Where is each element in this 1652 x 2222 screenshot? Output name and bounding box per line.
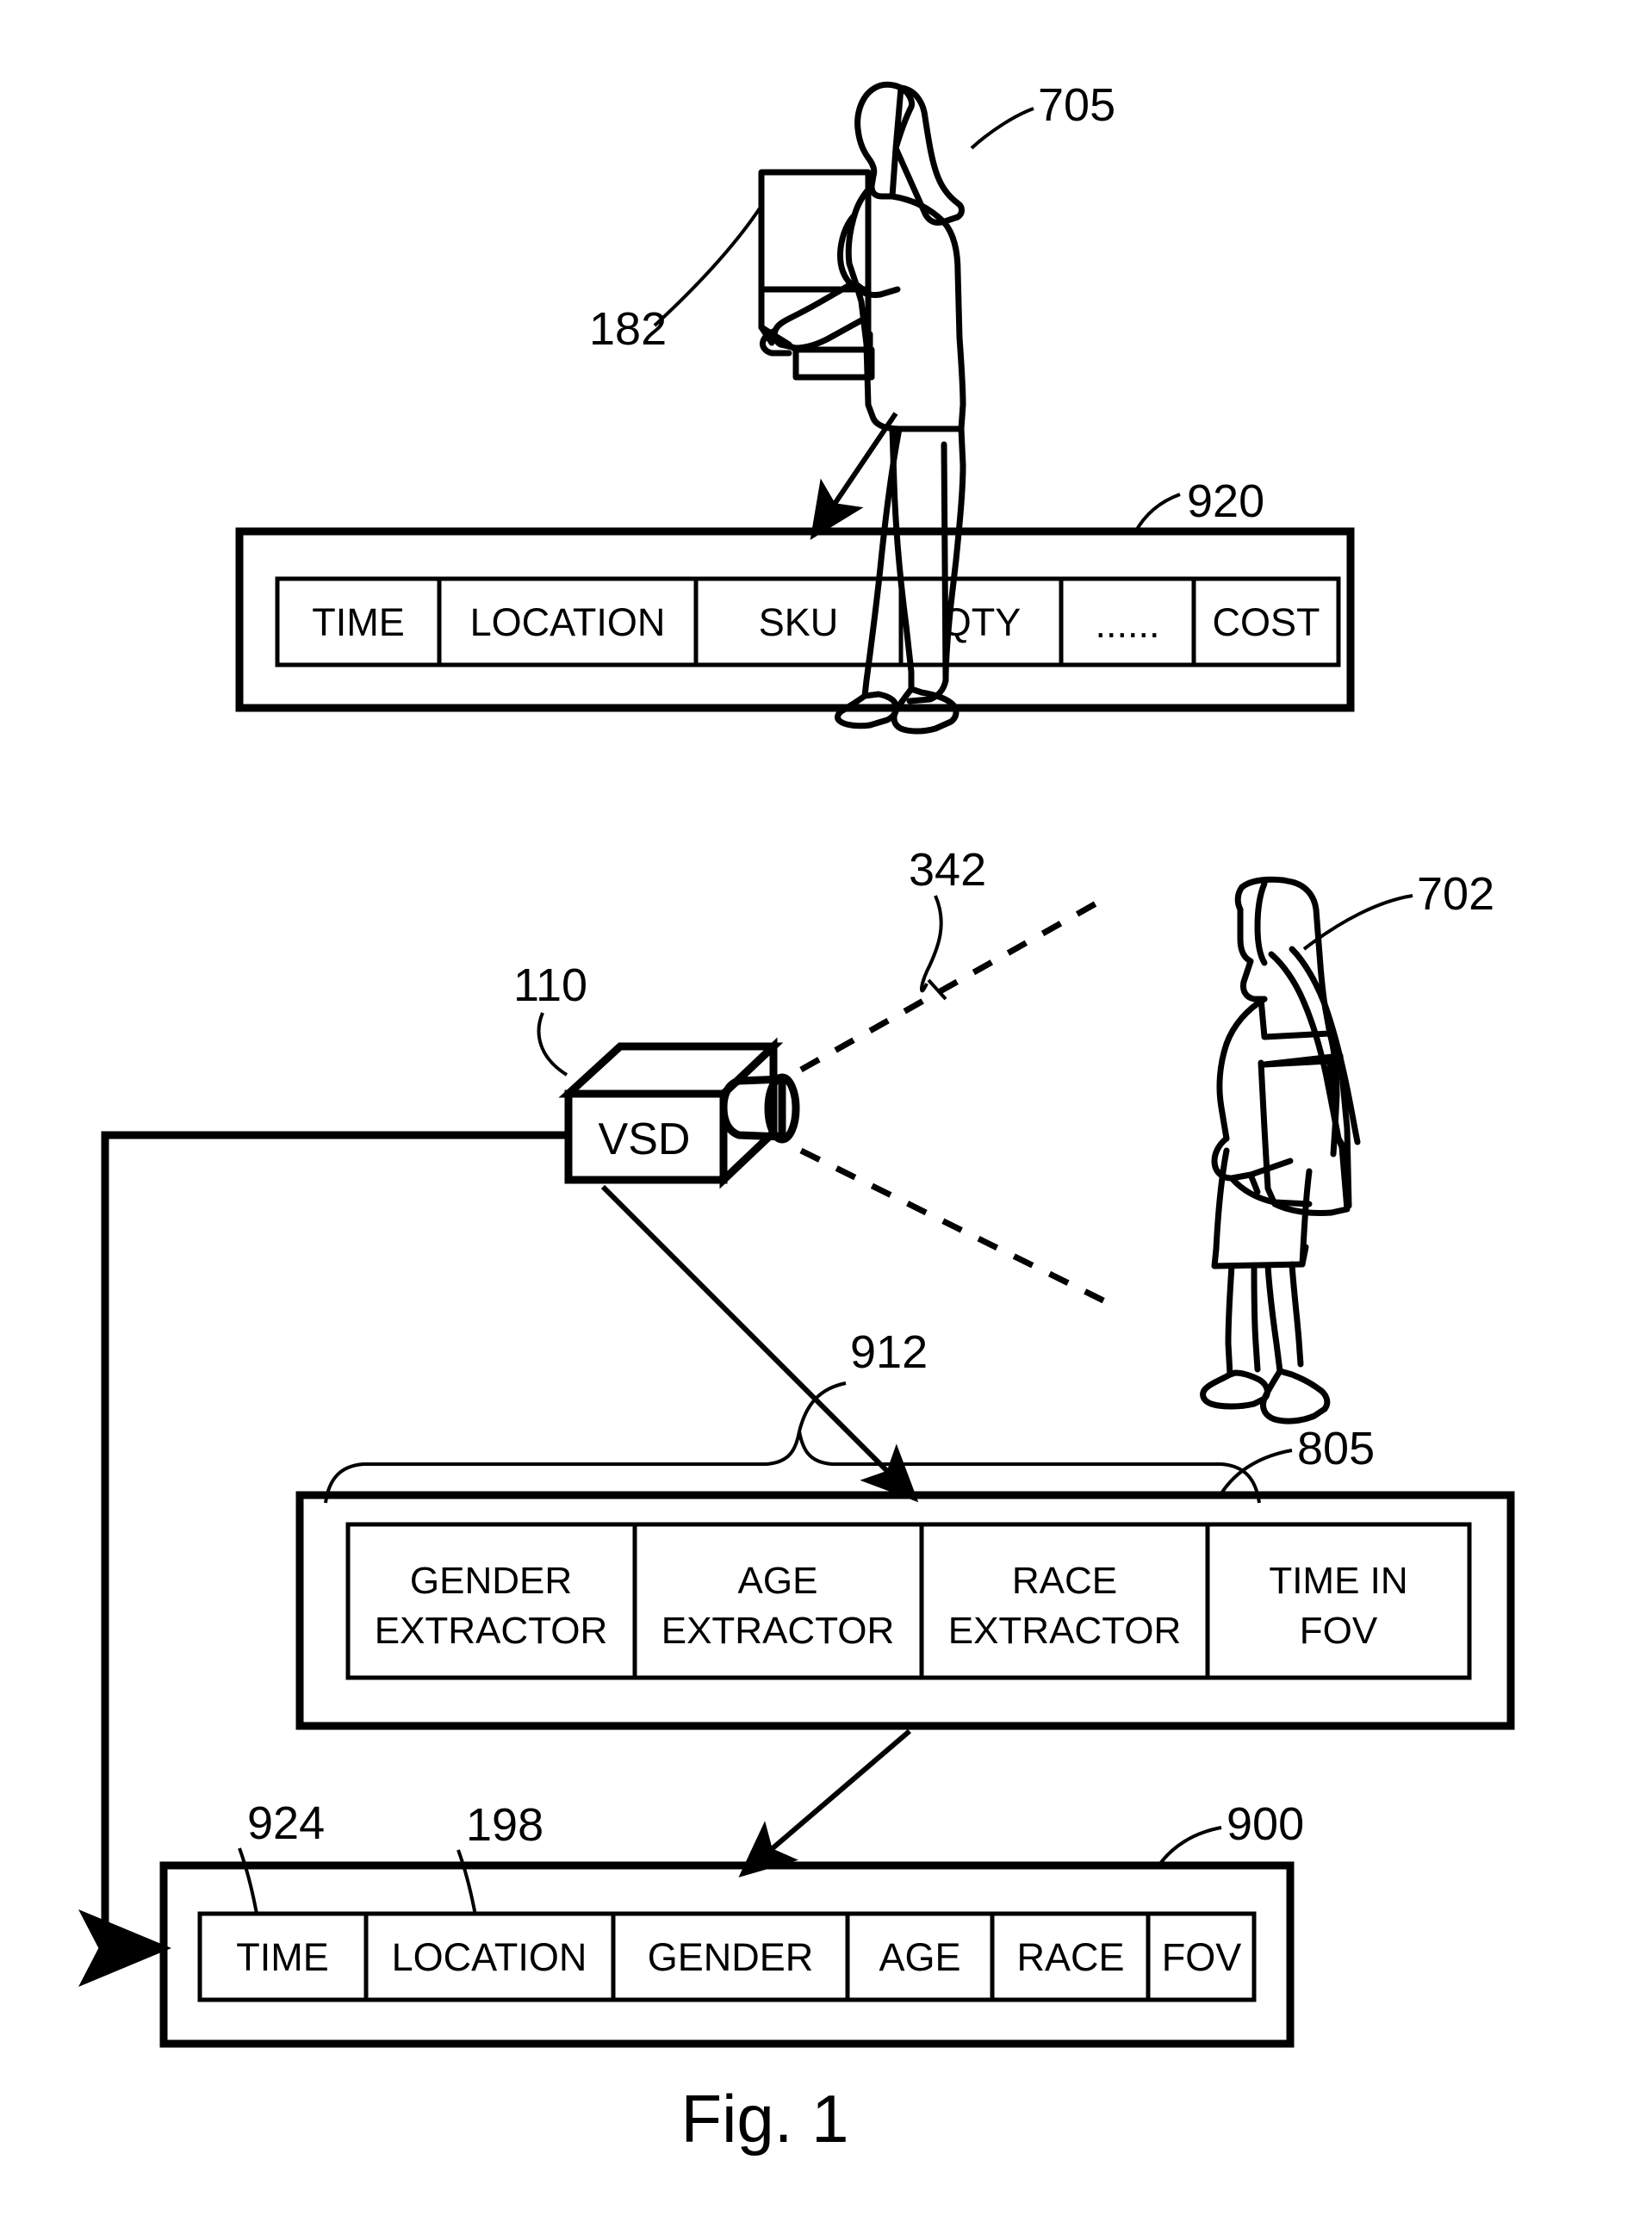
- pos-col-cost: COST: [1212, 600, 1320, 644]
- figure-caption: Fig. 1: [680, 2081, 848, 2157]
- demographic-table-900: TIME LOCATION GENDER AGE RACE FOV: [159, 1826, 1295, 2048]
- extractor-brace-912: [324, 1381, 1261, 1504]
- ref-912: 912: [850, 1326, 928, 1378]
- pos-col-ellipsis: ......: [1095, 602, 1159, 646]
- vsd-label: VSD: [599, 1114, 691, 1164]
- ref-182: 182: [589, 303, 667, 355]
- ref-702: 702: [1417, 868, 1494, 920]
- extractor-cell-4-line2: FOV: [1300, 1610, 1378, 1652]
- extractor-cell-2-line2: EXTRACTOR: [661, 1610, 895, 1652]
- leader-705: [970, 107, 1034, 150]
- pos-col-sku: SKU: [759, 600, 839, 644]
- extractor-cell-3-line1: RACE: [1012, 1560, 1117, 1602]
- demo-col-fov: FOV: [1162, 1935, 1242, 1979]
- extractor-cell-4-line1: TIME IN: [1269, 1560, 1407, 1602]
- patent-figure-page: 182 705 TIME LOCATION SKU QTY ...... COS…: [0, 0, 1652, 2222]
- demo-col-time: TIME: [236, 1935, 329, 1979]
- ref-342: 342: [909, 844, 986, 896]
- leader-182: [653, 202, 765, 327]
- extractor-cell-3-line2: EXTRACTOR: [948, 1610, 1182, 1652]
- shopper-figure: [1200, 876, 1413, 1424]
- vsd-camera: VSD: [537, 1012, 800, 1189]
- leader-198: [456, 1849, 477, 1916]
- demo-col-location: LOCATION: [392, 1935, 587, 1979]
- extractor-panel-805: GENDER EXTRACTOR AGE EXTRACTOR RACE EXTR…: [295, 1449, 1515, 1730]
- demo-col-age: AGE: [879, 1935, 960, 1979]
- leader-924: [238, 1847, 258, 1915]
- leader-110: [537, 1012, 568, 1077]
- extractor-cell-1-line1: GENDER: [410, 1560, 572, 1602]
- leader-920: [1133, 493, 1181, 533]
- leader-342: [920, 895, 943, 993]
- ref-198: 198: [466, 1799, 543, 1851]
- ref-110: 110: [513, 959, 587, 1011]
- extractor-cell-2-line1: AGE: [738, 1560, 818, 1602]
- figure-canvas: 182 705 TIME LOCATION SKU QTY ...... COS…: [78, 79, 1515, 2157]
- ref-924: 924: [247, 1797, 325, 1849]
- extractor-cell-1-line2: EXTRACTOR: [375, 1610, 608, 1652]
- arrow-extractors-to-demographic-table: [738, 1729, 911, 1878]
- ref-920: 920: [1187, 475, 1264, 527]
- fov-upper-dashed: [799, 894, 1109, 1073]
- fov-lower-dashed: [799, 1147, 1109, 1306]
- pos-col-location: LOCATION: [470, 600, 666, 644]
- ref-805: 805: [1297, 1423, 1375, 1474]
- ref-900: 900: [1227, 1798, 1304, 1850]
- pos-table-920: TIME LOCATION SKU QTY ...... COST: [235, 493, 1355, 712]
- pos-col-time: TIME: [312, 600, 405, 644]
- demo-col-race: RACE: [1016, 1935, 1124, 1979]
- leader-900: [1156, 1826, 1222, 1869]
- ref-705: 705: [1038, 79, 1115, 131]
- demo-col-gender: GENDER: [648, 1935, 814, 1979]
- pos-col-qty: QTY: [941, 600, 1022, 644]
